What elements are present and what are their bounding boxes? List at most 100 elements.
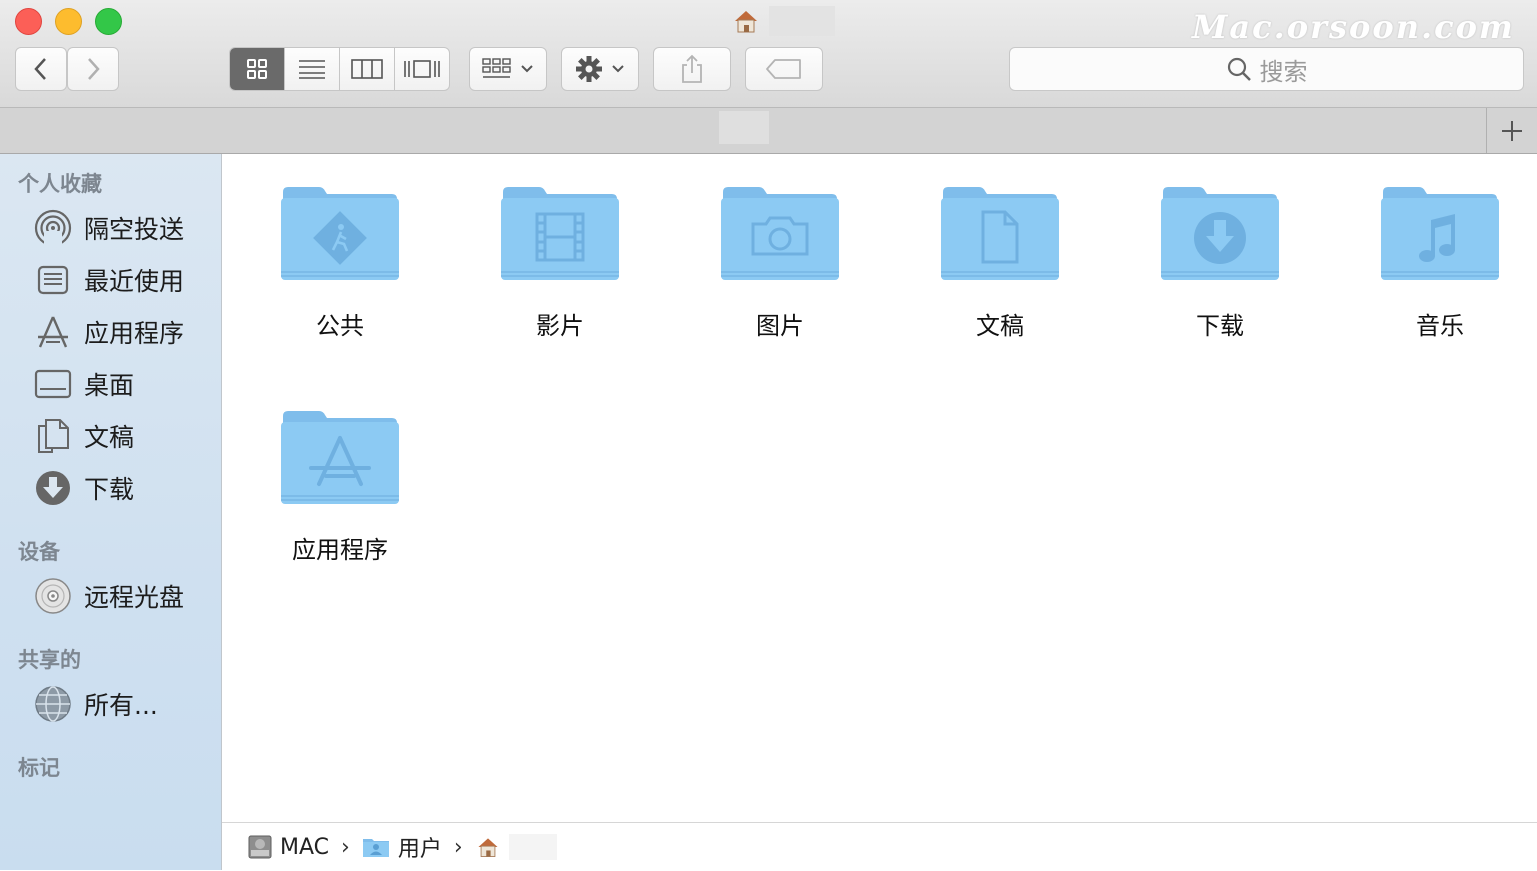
sidebar-item-label: 下载 [84, 475, 135, 504]
sidebar-item-shared-all[interactable]: 所有... [34, 684, 158, 724]
list-icon [299, 60, 325, 79]
users-folder-icon [362, 839, 389, 857]
path-bar: MAC › 用户 › [222, 822, 1537, 871]
chevron-left-icon [34, 58, 46, 80]
plus-icon [1502, 120, 1522, 141]
folder-item-label: 下载 [1196, 312, 1244, 340]
music-folder-icon [1381, 187, 1499, 280]
hard-drive-icon [248, 835, 272, 859]
documents-folder-icon [941, 187, 1059, 280]
desktop-icon [34, 365, 72, 403]
tab-bar [0, 108, 1537, 154]
sidebar-item-label: 文稿 [84, 423, 135, 452]
documents-icon [34, 417, 72, 455]
network-icon [34, 685, 72, 723]
search-field[interactable]: 搜索 [1009, 47, 1524, 91]
sidebar-section-devices: 设备 [18, 540, 60, 564]
cover-flow-view-button[interactable] [395, 48, 449, 90]
downloads-folder-icon [1161, 187, 1279, 280]
icon-view-button[interactable] [230, 48, 285, 90]
folder-item-public[interactable]: 公共 [260, 184, 420, 341]
window-toolbar: Mac.orsoon.com 搜索 [0, 0, 1537, 108]
folder-item-applications[interactable]: 应用程序 [260, 408, 420, 565]
list-view-button[interactable] [285, 48, 340, 90]
action-menu-button[interactable] [561, 47, 639, 91]
sidebar-item-downloads[interactable]: 下载 [34, 468, 134, 508]
grid-icon [247, 59, 267, 79]
folder-item-music[interactable]: 音乐 [1360, 184, 1520, 341]
public-folder-icon [281, 187, 399, 280]
watermark: Mac.orsoon.com [1192, 8, 1515, 46]
arrange-grid-icon [482, 58, 511, 78]
airdrop-icon [34, 209, 72, 247]
folder-item-label: 公共 [316, 312, 364, 340]
pictures-folder-icon [721, 187, 839, 280]
sidebar-item-label: 应用程序 [84, 319, 185, 348]
path-crumb-mac[interactable]: MAC [248, 834, 329, 860]
sidebar-item-recents[interactable]: 最近使用 [34, 260, 184, 300]
path-separator-icon: › [341, 834, 350, 860]
remote-disc-icon [34, 577, 72, 615]
path-crumb-label: 用户 [397, 837, 442, 862]
view-mode-control [229, 47, 450, 91]
share-icon [682, 54, 702, 83]
new-tab-button[interactable] [1486, 108, 1537, 153]
sidebar-item-label: 最近使用 [84, 267, 185, 296]
path-crumb-users[interactable]: 用户 [362, 831, 442, 863]
folder-item-label: 应用程序 [292, 536, 388, 564]
sidebar-item-desktop[interactable]: 桌面 [34, 364, 134, 404]
folder-item-downloads[interactable]: 下载 [1140, 184, 1300, 341]
downloads-icon [34, 469, 72, 507]
path-crumb-home[interactable] [475, 834, 557, 860]
home-name-redacted [508, 834, 557, 860]
arrange-button[interactable] [469, 47, 547, 91]
sidebar-item-label: 桌面 [84, 371, 135, 400]
sidebar-item-label: 隔空投送 [84, 215, 185, 244]
close-window-button[interactable] [15, 8, 42, 35]
folder-item-label: 音乐 [1416, 312, 1464, 340]
folder-item-label: 影片 [536, 312, 584, 340]
sidebar-section-favorites: 个人收藏 [18, 172, 102, 196]
file-icon-view: 公共 影片 图片 文稿 下载 音乐 应用程序 [222, 154, 1537, 822]
back-button[interactable] [15, 47, 67, 91]
movies-folder-icon [501, 187, 619, 280]
sidebar-item-label: 远程光盘 [84, 583, 185, 612]
tab-title-redacted[interactable] [719, 111, 769, 144]
forward-button[interactable] [67, 47, 119, 91]
chevron-down-icon [521, 65, 533, 73]
tag-icon [766, 59, 801, 79]
search-icon [1227, 57, 1251, 81]
gear-icon [576, 56, 602, 82]
recents-icon [34, 261, 72, 299]
path-crumb-label: MAC [280, 834, 330, 860]
home-icon [735, 11, 757, 33]
sidebar: 个人收藏 隔空投送 最近使用 应用程序 桌面 文稿 下载 设备 远程光盘 共享的… [0, 154, 222, 870]
folder-item-label: 图片 [756, 312, 804, 340]
folder-item-label: 文稿 [976, 312, 1024, 340]
chevron-down-icon [612, 65, 624, 73]
share-button[interactable] [653, 47, 731, 91]
columns-icon [351, 59, 383, 79]
cover-flow-icon [404, 60, 440, 78]
column-view-button[interactable] [340, 48, 395, 90]
folder-item-documents[interactable]: 文稿 [920, 184, 1080, 341]
window-title-redacted [769, 6, 835, 36]
applications-icon [34, 313, 72, 351]
home-icon [478, 838, 498, 857]
sidebar-item-applications[interactable]: 应用程序 [34, 312, 184, 352]
folder-item-movies[interactable]: 影片 [480, 184, 640, 341]
sidebar-item-remote-disc[interactable]: 远程光盘 [34, 576, 184, 616]
sidebar-section-shared: 共享的 [18, 648, 81, 672]
search-placeholder: 搜索 [1259, 57, 1308, 86]
sidebar-item-documents[interactable]: 文稿 [34, 416, 134, 456]
sidebar-item-airdrop[interactable]: 隔空投送 [34, 208, 184, 248]
applications-folder-icon [281, 411, 399, 504]
path-separator-icon: › [453, 834, 463, 860]
chevron-right-icon [88, 58, 100, 80]
edit-tags-button[interactable] [745, 47, 823, 91]
folder-item-pictures[interactable]: 图片 [700, 184, 860, 341]
sidebar-section-tags: 标记 [18, 756, 60, 780]
zoom-window-button[interactable] [95, 8, 122, 35]
sidebar-item-label: 所有... [84, 691, 158, 720]
minimize-window-button[interactable] [55, 8, 82, 35]
